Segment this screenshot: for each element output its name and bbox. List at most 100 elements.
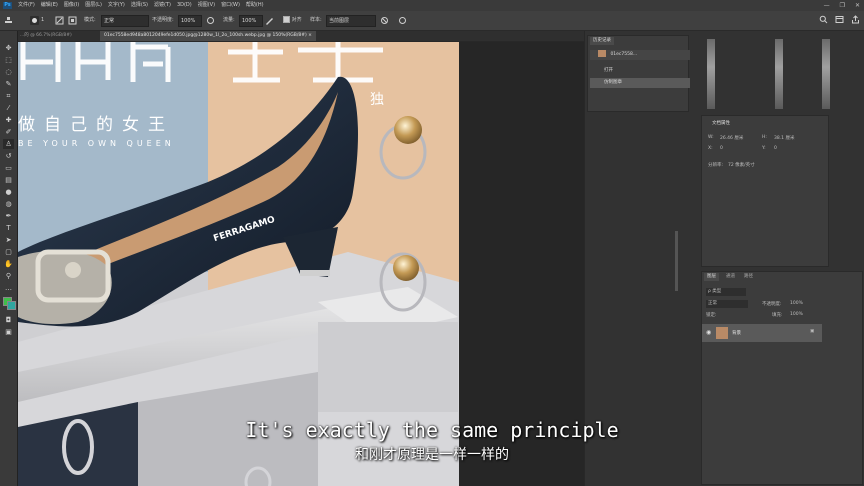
visibility-eye-icon[interactable]: ◉ (706, 329, 711, 336)
menu-view[interactable]: 视图(V) (198, 0, 215, 11)
flow-label: 流量: (223, 17, 235, 23)
search-icon[interactable] (818, 15, 828, 25)
subtitle-chinese: 和刚才原理是一样一样的 (355, 447, 509, 463)
history-panel-title[interactable]: 历史记录 (590, 37, 614, 45)
clone-source-icon[interactable] (68, 16, 77, 25)
pen-tool-icon[interactable]: ✒ (3, 211, 14, 221)
pressure-opacity-icon[interactable] (206, 16, 215, 25)
eraser-tool-icon[interactable]: ▭ (3, 163, 14, 173)
history-snapshot[interactable]: 01ec7558... (590, 50, 690, 60)
layer-opacity-value[interactable]: 100% (790, 301, 803, 306)
adjustment-thumbnail (707, 39, 715, 109)
dodge-tool-icon[interactable]: ◍ (3, 199, 14, 209)
width-value[interactable]: 26.46 厘米 (720, 135, 743, 141)
blur-tool-icon[interactable]: ● (3, 187, 14, 197)
menu-help[interactable]: 帮助(H) (246, 0, 264, 11)
tab-paths[interactable]: 路径 (744, 273, 753, 281)
history-item-open-label: 打开 (604, 68, 613, 73)
shape-tool-icon[interactable]: ▢ (3, 247, 14, 257)
height-value[interactable]: 38.1 厘米 (774, 135, 794, 141)
screen-mode-icon[interactable]: ▣ (3, 327, 14, 337)
history-panel: 历史记录 01ec7558... 打开 仿制图章 (587, 35, 690, 112)
x-value[interactable]: 0 (720, 146, 723, 151)
minimize-button[interactable]: — (824, 0, 830, 11)
layer-kind-filter[interactable]: ρ 类型 (706, 288, 746, 296)
more-tools-icon[interactable]: … (3, 283, 14, 293)
flow-field[interactable]: 100% (239, 15, 263, 27)
opacity-label: 不透明度: (152, 17, 174, 23)
layer-thumbnail (716, 327, 728, 339)
menu-select[interactable]: 选择(S) (131, 0, 148, 11)
history-brush-tool-icon[interactable]: ↺ (3, 151, 14, 161)
menu-3d[interactable]: 3D(D) (177, 0, 192, 11)
y-value[interactable]: 0 (774, 146, 777, 151)
y-label: Y: (762, 146, 766, 151)
lock-icon: ▣ (810, 329, 815, 334)
align-checkbox[interactable] (283, 16, 290, 23)
options-bar: 1 模式: 正常 不透明度: 100% 流量: 100% 对齐 样本: 当前图层 (0, 11, 864, 31)
clone-stamp-tool-icon[interactable]: ♙ (3, 139, 14, 149)
tab-layers[interactable]: 图层 (704, 273, 719, 281)
clone-stamp-tool-icon[interactable] (4, 16, 13, 25)
lasso-tool-icon[interactable]: ◌ (3, 67, 14, 77)
blend-mode-select[interactable]: 正常 (706, 300, 748, 308)
history-snapshot-label: 01ec7558... (610, 52, 638, 57)
workspace-icon[interactable] (834, 15, 844, 25)
ignore-adjustment-icon[interactable] (380, 16, 389, 25)
fill-value[interactable]: 100% (790, 312, 803, 317)
align-label: 对齐 (291, 17, 302, 23)
restore-button[interactable]: ❐ (840, 0, 845, 11)
brush-tool-icon[interactable]: ✐ (3, 127, 14, 137)
poster-side-char: 独 (370, 92, 384, 108)
quick-mask-icon[interactable]: ◘ (3, 315, 14, 325)
resolution-label: 分辨率: (708, 163, 724, 168)
panel-scrollbar[interactable] (675, 231, 678, 291)
layer-opacity-label: 不透明度: (762, 302, 782, 307)
path-select-tool-icon[interactable]: ➤ (3, 235, 14, 245)
layer-row-background[interactable]: ◉ 背景 ▣ (702, 324, 822, 342)
marquee-tool-icon[interactable]: ⬚ (3, 55, 14, 65)
menu-layer[interactable]: 图层(L) (85, 0, 102, 11)
layer-name[interactable]: 背景 (732, 330, 741, 336)
menu-edit[interactable]: 编辑(E) (41, 0, 58, 11)
sample-label: 样本: (310, 17, 322, 23)
move-tool-icon[interactable]: ✥ (3, 43, 14, 53)
sample-select[interactable]: 当前图层 (326, 15, 376, 27)
eyedropper-tool-icon[interactable]: ⁄ (3, 103, 14, 113)
brush-preset-picker[interactable] (30, 16, 39, 25)
airbrush-icon[interactable] (265, 16, 274, 25)
opacity-field[interactable]: 100% (178, 15, 202, 27)
crop-tool-icon[interactable]: ⌗ (3, 91, 14, 101)
align-checkbox-group: 对齐 (283, 16, 302, 25)
menu-filter[interactable]: 滤镜(T) (154, 0, 171, 11)
pressure-size-icon[interactable] (398, 16, 407, 25)
history-item-clone[interactable]: 仿制图章 (590, 78, 690, 88)
lock-label: 锁定: (706, 313, 717, 318)
background-color-swatch[interactable] (7, 301, 16, 310)
adjustment-thumbnail (775, 39, 783, 109)
menu-image[interactable]: 图像(I) (64, 0, 79, 11)
history-item-open[interactable]: 打开 (590, 66, 690, 76)
poster-cn-title: 做自己的女王 (18, 115, 174, 135)
gradient-tool-icon[interactable]: ▤ (3, 175, 14, 185)
menu-type[interactable]: 文字(Y) (108, 0, 125, 11)
close-button[interactable]: ✕ (855, 0, 860, 11)
quick-select-tool-icon[interactable]: ✎ (3, 79, 14, 89)
menu-file[interactable]: 文件(F) (18, 0, 35, 11)
menu-window[interactable]: 窗口(W) (221, 0, 240, 11)
snapshot-thumbnail (598, 50, 606, 57)
share-icon[interactable] (850, 15, 860, 25)
brush-settings-icon[interactable] (55, 16, 64, 25)
document-tab-inactive[interactable]: ...的 @ 66.7%(RGB/8#) (20, 31, 72, 41)
document-tab-active[interactable]: 01ec7558ed948a8012049efe1d050.jpg@1280w_… (100, 31, 316, 41)
mode-select[interactable]: 正常 (101, 15, 149, 27)
x-label: X: (708, 146, 713, 151)
properties-panel: 文档属性 W: 26.46 厘米 H: 38.1 厘米 X: 0 Y: 0 分辨… (701, 115, 829, 267)
adjustment-thumbnail (822, 39, 830, 109)
hand-tool-icon[interactable]: ✋ (3, 259, 14, 269)
zoom-tool-icon[interactable]: ⚲ (3, 271, 14, 281)
type-tool-icon[interactable]: T (3, 223, 14, 233)
healing-brush-tool-icon[interactable]: ✚ (3, 115, 14, 125)
tab-channels[interactable]: 通道 (726, 273, 735, 281)
history-item-clone-label: 仿制图章 (604, 80, 622, 85)
